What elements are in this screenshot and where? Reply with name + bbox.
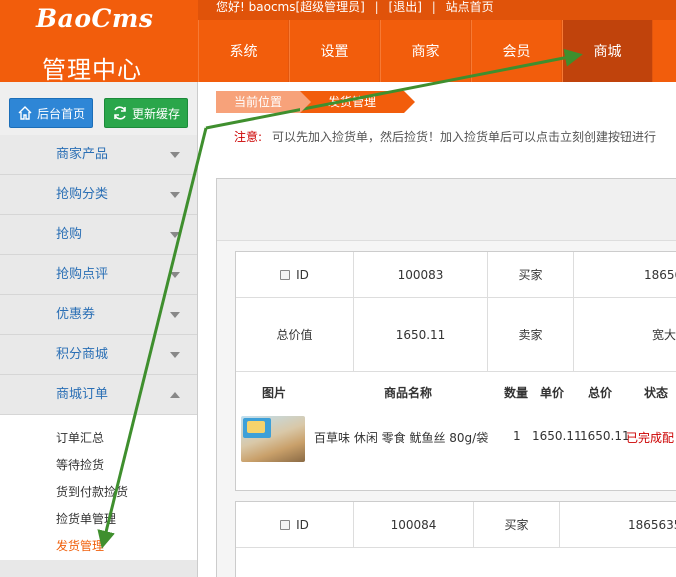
logo[interactable]: BaoCms <box>36 4 153 33</box>
order-checkbox[interactable] <box>280 519 291 530</box>
order-id-value: 100084 <box>354 502 474 547</box>
submenu-awaiting-picking[interactable]: 等待捡货 <box>0 452 197 479</box>
order-id-label-cell: ID <box>236 502 354 547</box>
main-content: 当前位置 发货管理 注意: 可以先加入捡货单，然后捡货！加入捡货单后可以点击立刻创… <box>198 82 676 577</box>
notice-text: 可以先加入捡货单，然后捡货！加入捡货单后可以点击立刻创建按钮进行 <box>272 130 657 144</box>
sidebar-item-label: 积分商城 <box>56 347 109 362</box>
breadcrumb-page[interactable]: 发货管理 <box>300 91 416 113</box>
order-id-row: ID 100083 买家 18656 <box>236 252 676 298</box>
order-item-row: 百草味 休闲 零食 鱿鱼丝 80g/袋 1 1650.11 1650.11 已完… <box>236 408 676 468</box>
order-id-row: ID 100084 买家 18656355 <box>236 502 676 548</box>
sidebar-item-label: 抢购点评 <box>56 267 109 282</box>
order-id-label: ID <box>296 517 309 532</box>
sidebar-item-label: 抢购分类 <box>56 187 109 202</box>
notice-label: 注意: <box>234 130 263 144</box>
col-total: 总价 <box>588 386 613 400</box>
order-checkbox[interactable] <box>280 269 291 280</box>
notice: 注意: 可以先加入捡货单，然后捡货！加入捡货单后可以点击立刻创建按钮进行 <box>234 128 656 145</box>
order-id-value: 100083 <box>354 252 488 297</box>
col-name: 商品名称 <box>384 386 433 400</box>
status-text: 已完成配 <box>626 431 675 445</box>
chevron-down-icon <box>170 272 180 278</box>
sidebar-item-merchant-products[interactable]: 商家产品 <box>0 135 197 175</box>
topbar-separator: | <box>431 0 436 14</box>
chevron-down-icon <box>170 192 180 198</box>
chevron-down-icon <box>170 152 180 158</box>
seller-label: 卖家 <box>488 298 574 371</box>
col-status: 状态 <box>644 386 669 400</box>
chevron-down-icon <box>170 312 180 318</box>
total-value: 1650.11 <box>354 298 488 371</box>
submenu-picklist-management[interactable]: 捡货单管理 <box>0 506 197 533</box>
product-qty: 1 <box>513 429 521 443</box>
breadcrumb: 当前位置 发货管理 <box>216 91 416 113</box>
sidebar-item-label: 优惠券 <box>56 307 96 322</box>
breadcrumb-current-label: 当前位置 <box>216 91 312 113</box>
dashboard-home-label: 后台首页 <box>36 106 85 121</box>
admin-title: 管理中心 <box>42 56 142 84</box>
sidebar-item-points-mall[interactable]: 积分商城 <box>0 335 197 375</box>
sidebar-item-coupons[interactable]: 优惠券 <box>0 295 197 335</box>
refresh-cache-button[interactable]: 更新缓存 <box>104 98 188 128</box>
sidebar-item-label: 商家产品 <box>56 147 109 162</box>
order-card: ID 100084 买家 18656355 <box>235 501 676 577</box>
buyer-label: 买家 <box>488 252 574 297</box>
sidebar-item-groupbuy-reviews[interactable]: 抢购点评 <box>0 255 197 295</box>
chevron-down-icon <box>170 352 180 358</box>
chevron-up-icon <box>170 392 180 398</box>
nav-members[interactable]: 会员 <box>471 20 562 82</box>
sidebar-submenu: 订单汇总 等待捡货 货到付款捡货 捡货单管理 发货管理 <box>0 415 197 560</box>
topbar-separator: | <box>374 0 379 14</box>
items-header: 图片 商品名称 数量 单价 总价 状态 <box>236 372 676 408</box>
order-id-label: ID <box>296 267 309 282</box>
sidebar-item-mall-orders[interactable]: 商城订单 <box>0 375 197 415</box>
sidebar-item-label: 商城订单 <box>56 387 109 402</box>
sidebar-menu: 商家产品 抢购分类 抢购 抢购点评 优惠券 积分商城 商城订单 订单汇总 等待捡… <box>0 135 197 560</box>
dashboard-home-button[interactable]: 后台首页 <box>9 98 93 128</box>
col-image: 图片 <box>262 386 287 400</box>
nav-settings[interactable]: 设置 <box>289 20 380 82</box>
sidebar: 后台首页 更新缓存 商家产品 抢购分类 抢购 抢购点评 优惠券 积分商城 商城订… <box>0 82 198 577</box>
order-card: ID 100083 买家 18656 总价值 1650.11 卖家 宽大 图片 … <box>235 251 676 491</box>
greeting-text: 您好! baocms[超级管理员] <box>216 0 365 14</box>
col-price: 单价 <box>540 386 565 400</box>
seller-value: 宽大 <box>652 328 676 342</box>
product-price: 1650.11 <box>532 429 582 443</box>
sidebar-item-label: 抢购 <box>56 227 83 242</box>
buyer-value: 18656 <box>644 267 676 282</box>
nav-mall[interactable]: 商城 <box>562 20 653 82</box>
sidebar-item-groupbuy[interactable]: 抢购 <box>0 215 197 255</box>
buyer-value: 18656355 <box>628 517 676 532</box>
submenu-cod-picking[interactable]: 货到付款捡货 <box>0 479 197 506</box>
refresh-cache-label: 更新缓存 <box>131 106 180 121</box>
home-icon <box>18 106 32 120</box>
col-qty: 数量 <box>504 386 529 400</box>
main-nav: 系统 设置 商家 会员 商城 <box>198 20 676 82</box>
product-name[interactable]: 百草味 休闲 零食 鱿鱼丝 80g/袋 <box>314 429 488 446</box>
total-label: 总价值 <box>236 298 354 371</box>
order-id-label-cell: ID <box>236 252 354 297</box>
topbar: 您好! baocms[超级管理员] | [退出] | 站点首页 <box>198 0 676 20</box>
nav-merchants[interactable]: 商家 <box>380 20 471 82</box>
sidebar-buttons: 后台首页 更新缓存 <box>0 82 197 135</box>
sidebar-item-groupbuy-categories[interactable]: 抢购分类 <box>0 175 197 215</box>
product-total: 1650.11 <box>580 429 630 443</box>
orders-panel: ID 100083 买家 18656 总价值 1650.11 卖家 宽大 图片 … <box>216 178 676 577</box>
submenu-order-summary[interactable]: 订单汇总 <box>0 425 197 452</box>
chevron-down-icon <box>170 232 180 238</box>
site-home-link[interactable]: 站点首页 <box>446 0 494 14</box>
header: BaoCms 管理中心 您好! baocms[超级管理员] | [退出] | 站… <box>0 0 676 84</box>
refresh-icon <box>114 106 126 120</box>
logout-link[interactable]: [退出] <box>389 0 422 14</box>
logo-area: BaoCms 管理中心 <box>0 0 198 84</box>
buyer-label: 买家 <box>474 502 560 547</box>
submenu-shipping-management[interactable]: 发货管理 <box>0 533 197 560</box>
nav-system[interactable]: 系统 <box>198 20 289 82</box>
product-thumbnail[interactable] <box>241 416 305 462</box>
panel-header <box>217 179 676 241</box>
order-total-row: 总价值 1650.11 卖家 宽大 <box>236 298 676 372</box>
